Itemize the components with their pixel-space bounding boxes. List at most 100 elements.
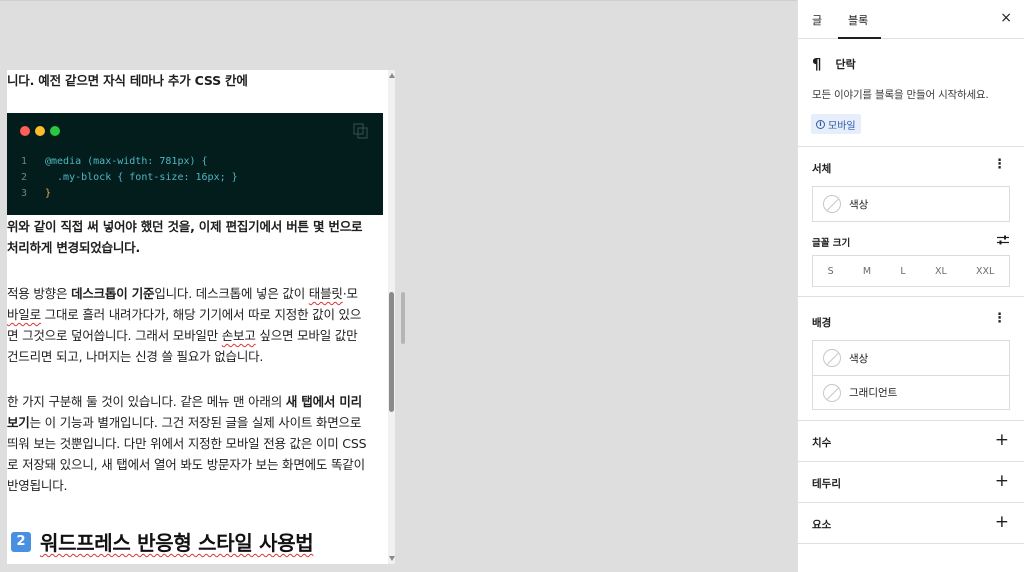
sliders-icon[interactable] xyxy=(997,235,1009,245)
border-panel[interactable]: 테두리 + xyxy=(798,462,1024,503)
info-icon: i xyxy=(816,119,825,129)
block-title: 단락 xyxy=(835,58,856,71)
paragraph-icon: ¶ xyxy=(812,55,822,73)
settings-sidebar: 글 블록 × ¶ 단락 모든 이야기를 블록을 만들어 시작하세요. i 모바일… xyxy=(797,0,1024,572)
scrollbar-thumb[interactable] xyxy=(389,292,394,412)
background-color-box: 색상 그래디언트 xyxy=(812,340,1010,410)
canvas-resize-handle[interactable] xyxy=(401,292,405,344)
tab-block[interactable]: 블록 xyxy=(848,12,868,28)
gradient-label: 그래디언트 xyxy=(849,387,898,399)
more-options-icon[interactable]: ⋮ xyxy=(993,311,1006,326)
yellow-dot-icon xyxy=(35,126,45,136)
heading-text: 워드프레스 반응형 스타일 사용법 xyxy=(40,531,314,555)
spellcheck-word: 바일로 xyxy=(7,307,41,322)
para-line: 적용 방향은 데스크톱이 기준입니다. 데스크톱에 넣은 값이 태블릿·모 xyxy=(7,283,361,304)
para-line: 보기는 이 기능과 별개입니다. 그건 저장된 글을 실제 사이트 화면으로 xyxy=(7,412,366,433)
background-title: 배경 xyxy=(812,317,832,329)
preview-scrollbar[interactable] xyxy=(388,70,395,564)
add-icon[interactable]: + xyxy=(995,432,1009,449)
text-color-control[interactable]: 색상 xyxy=(813,187,1009,221)
background-panel: 배경 ⋮ 색상 그래디언트 xyxy=(798,297,1024,421)
add-icon[interactable]: + xyxy=(995,473,1009,490)
dimensions-panel[interactable]: 치수 + xyxy=(798,421,1024,462)
para-line: 바일로 그대로 흘러 내려가다가, 해당 기기에서 따로 지정한 값이 있으 xyxy=(7,304,361,325)
elements-title: 요소 xyxy=(812,519,832,531)
code-text: } xyxy=(45,188,52,199)
number-badge-icon: 2 xyxy=(11,531,31,552)
typography-color-box: 색상 xyxy=(812,186,1010,222)
border-title: 테두리 xyxy=(812,478,841,490)
text-run: 그대로 흘러 내려가다가, 해당 기기에서 따로 지정한 값이 있으 xyxy=(40,307,362,322)
block-description: 모든 이야기를 블록을 만들어 시작하세요. xyxy=(812,89,989,101)
red-dot-icon xyxy=(20,126,30,136)
para-line: 건드리면 되고, 나머지는 신경 쓸 필요가 없습니다. xyxy=(7,349,264,364)
editor-canvas: 니다. 예전 같으면 자식 테마나 추가 CSS 칸에 1 @media (max… xyxy=(0,0,797,572)
code-keyword: @media xyxy=(45,156,82,167)
line-number: 1 xyxy=(21,156,28,167)
no-color-swatch-icon xyxy=(823,195,841,213)
line-number: 3 xyxy=(21,188,28,199)
line-number: 2 xyxy=(21,172,28,183)
font-size-label: 글꼴 크기 xyxy=(812,238,851,249)
typography-panel: 서체 ⋮ 색상 글꼴 크기 S M L XL XXL xyxy=(798,147,1024,297)
paragraph-1[interactable]: 위와 같이 직접 써 넣어야 했던 것을, 이제 편집기에서 버튼 몇 번으로 … xyxy=(7,216,363,258)
typography-title: 서체 xyxy=(812,163,832,175)
bold-run: 보기 xyxy=(7,415,30,430)
para-line: 면 그것으로 덮어씁니다. 그래서 모바일만 손보고 싶으면 모바일 값만 xyxy=(7,325,361,346)
mobile-badge[interactable]: i 모바일 xyxy=(811,114,861,134)
section-heading[interactable]: 2 워드프레스 반응형 스타일 사용법 xyxy=(11,527,314,556)
para-line: 한 가지 구분해 둘 것이 있습니다. 같은 메뉴 맨 아래의 새 탭에서 미리 xyxy=(7,391,366,412)
elements-panel[interactable]: 요소 + xyxy=(798,503,1024,544)
preview-frame: 니다. 예전 같으면 자식 테마나 추가 CSS 칸에 1 @media (max… xyxy=(7,70,395,564)
close-icon[interactable]: × xyxy=(1000,10,1012,26)
dimensions-title: 치수 xyxy=(812,437,832,449)
canvas-top-border xyxy=(0,0,797,1)
color-label: 색상 xyxy=(849,352,869,365)
para-line: 로 저장돼 있으니, 새 탭에서 열어 봐도 방문자가 보는 화면에도 똑같이 xyxy=(7,457,365,472)
size-option-m[interactable]: M xyxy=(863,266,871,277)
code-text: .my-block { font-size: 16px; } xyxy=(45,172,238,183)
no-gradient-swatch-icon xyxy=(823,383,841,402)
size-option-l[interactable]: L xyxy=(900,266,905,277)
code-line-3: 3} xyxy=(21,186,238,202)
gradient-control[interactable]: 그래디언트 xyxy=(813,375,1009,409)
more-options-icon[interactable]: ⋮ xyxy=(993,157,1006,172)
code-line-2: 2 .my-block { font-size: 16px; } xyxy=(21,170,238,186)
block-card-header: ¶ 단락 xyxy=(812,55,1010,73)
green-dot-icon xyxy=(50,126,60,136)
scroll-down-arrow-icon[interactable] xyxy=(389,556,395,561)
paragraph-2[interactable]: 적용 방향은 데스크톱이 기준입니다. 데스크톱에 넣은 값이 태블릿·모 바일… xyxy=(7,283,361,367)
code-line-1: 1 @media (max-width: 781px) { xyxy=(21,154,238,170)
code-block[interactable]: 1 @media (max-width: 781px) { 2 .my-block… xyxy=(7,113,383,215)
scroll-up-arrow-icon[interactable] xyxy=(389,73,395,78)
no-color-swatch-icon xyxy=(823,349,841,367)
text-run: 싶으면 모바일 값만 xyxy=(255,328,358,343)
size-option-xl[interactable]: XL xyxy=(935,266,947,277)
para-line: 띄워 보는 것뿐입니다. 다만 위에서 지정한 모바일 전용 값은 이미 CSS xyxy=(7,436,367,451)
paragraph-3[interactable]: 한 가지 구분해 둘 것이 있습니다. 같은 메뉴 맨 아래의 새 탭에서 미리… xyxy=(7,391,367,496)
paragraph-partial-top[interactable]: 니다. 예전 같으면 자식 테마나 추가 CSS 칸에 xyxy=(7,70,248,91)
para-line: 위와 같이 직접 써 넣어야 했던 것을, 이제 편집기에서 버튼 몇 번으로 xyxy=(7,219,363,234)
color-label: 색상 xyxy=(849,198,869,211)
para-line: 처리하게 변경되었습니다. xyxy=(7,240,141,255)
para-line: 반영됩니다. xyxy=(7,478,68,493)
tab-post[interactable]: 글 xyxy=(812,12,822,28)
background-color-control[interactable]: 색상 xyxy=(813,341,1009,375)
copy-icon[interactable] xyxy=(353,123,369,139)
text-run: ·모 xyxy=(342,286,358,301)
size-option-xxl[interactable]: XXL xyxy=(976,266,994,277)
size-option-s[interactable]: S xyxy=(828,266,834,277)
code-text: (max-width: 781px) { xyxy=(81,156,208,167)
sidebar-tabs: 글 블록 × xyxy=(798,0,1024,39)
spellcheck-word: 태블릿 xyxy=(308,286,343,301)
text-run: 한 가지 구분해 둘 것이 있습니다. 같은 메뉴 맨 아래의 xyxy=(7,394,286,409)
preview-content: 니다. 예전 같으면 자식 테마나 추가 CSS 칸에 1 @media (max… xyxy=(7,70,383,564)
bold-run: 데스크톱이 기준 xyxy=(71,286,155,301)
font-size-picker: S M L XL XXL xyxy=(812,255,1010,287)
text-run: 적용 방향은 xyxy=(7,286,72,301)
text-run: 는 이 기능과 별개입니다. 그건 저장된 글을 실제 사이트 화면으로 xyxy=(29,415,362,430)
text-run: 입니다. 데스크톱에 넣은 값이 xyxy=(154,286,309,301)
text-run: 면 그것으로 덮어씁니다. 그래서 모바일만 xyxy=(7,328,222,343)
badge-label: 모바일 xyxy=(828,120,856,132)
add-icon[interactable]: + xyxy=(995,514,1009,531)
